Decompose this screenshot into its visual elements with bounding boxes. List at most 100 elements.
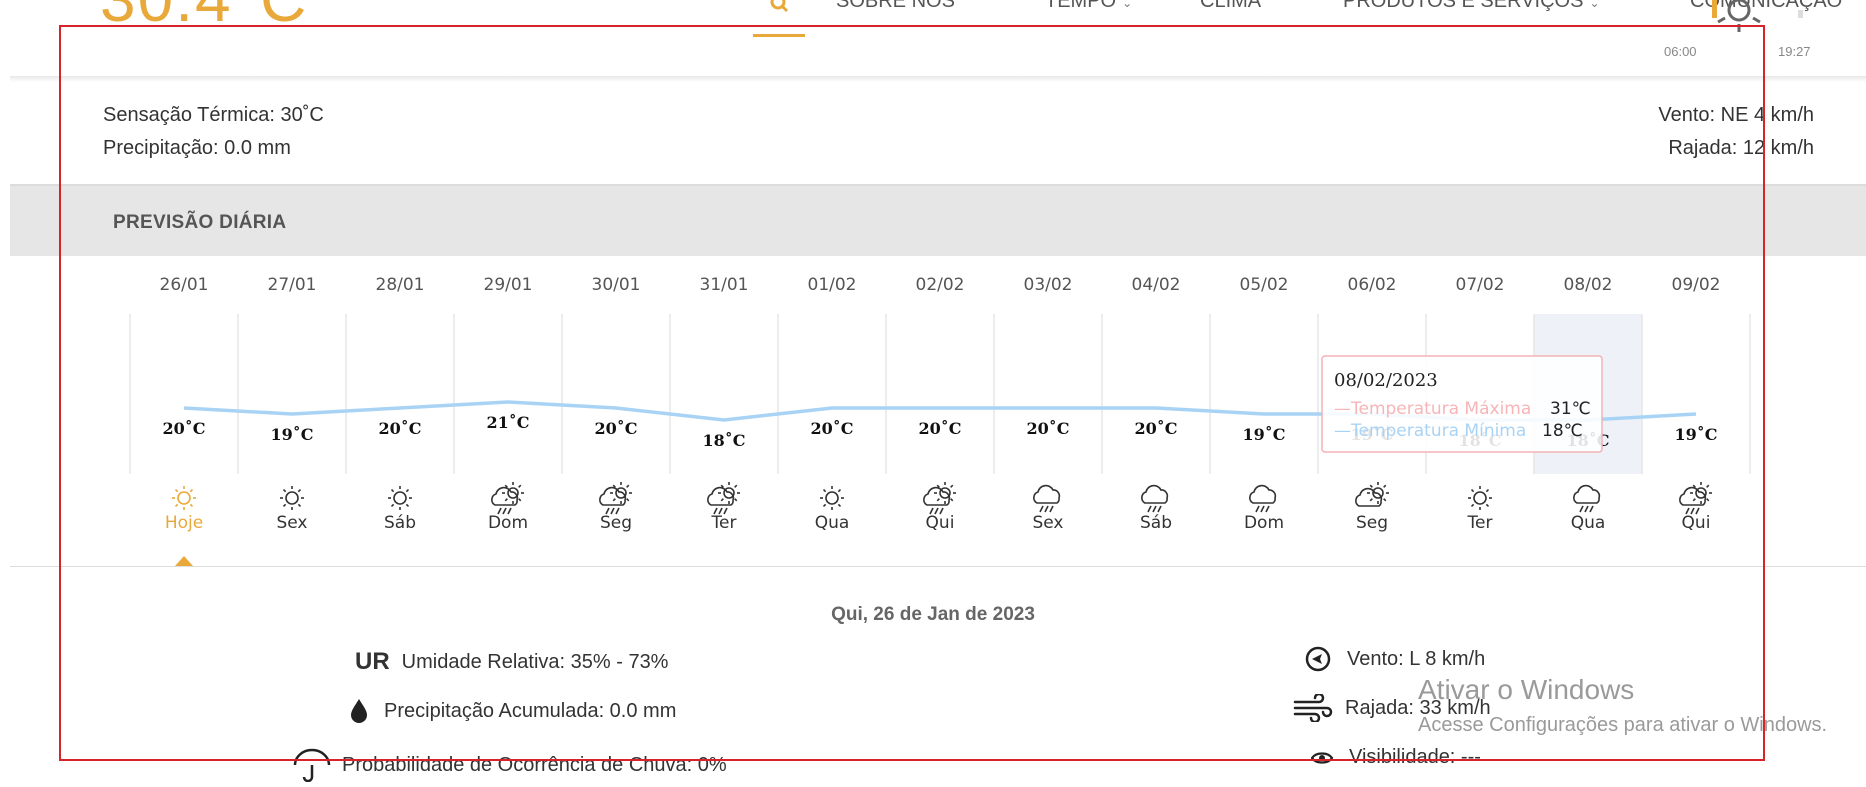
detail-wind: Vento: L 8 km/h: [1347, 647, 1486, 670]
current-gust: Rajada: 12 km/h: [1668, 137, 1814, 159]
wind-gust-icon: [1293, 694, 1333, 722]
partly-cloudy-icon: [1355, 482, 1389, 507]
wind-row: Vento: L 8 km/h: [1305, 646, 1485, 672]
date-label: 03/02: [1024, 275, 1073, 295]
day-label: Qui: [926, 513, 955, 533]
nav-produtos-servicos[interactable]: PRODUTOS E SERVIÇOS ⌄: [1343, 0, 1600, 13]
day-label: Sáb: [1140, 513, 1172, 533]
day-label: Sex: [1032, 513, 1063, 533]
tooltip-max-value: 31℃: [1550, 399, 1591, 419]
date-label: 08/02: [1564, 275, 1613, 295]
day-label: Dom: [488, 513, 528, 533]
tooltip-min-value: 18℃: [1542, 421, 1583, 441]
min-temp-label: 20˚C: [1135, 418, 1178, 438]
date-label: 04/02: [1132, 275, 1181, 295]
cloud-sun-rain-icon: [491, 482, 524, 515]
selected-day-pointer: [175, 556, 193, 566]
sunrise-time: 06:00: [1664, 44, 1697, 59]
current-temperature: 30.4°C: [100, 0, 308, 36]
sun-icon: [1468, 486, 1492, 510]
sun-arc-icon: [1711, 0, 1842, 51]
min-temp-label: 21˚C: [487, 412, 530, 432]
min-temp-label: 20˚C: [595, 418, 638, 438]
min-temp-label: 20˚C: [379, 418, 422, 438]
sun-icon: [172, 486, 196, 510]
humidity-row: UR Umidade Relativa: 35% - 73%: [355, 648, 668, 676]
day-label: Sex: [276, 513, 307, 533]
day-label: Qua: [1571, 513, 1606, 533]
min-temp-label: 19˚C: [1243, 424, 1286, 444]
cloud-rain-icon: [1141, 484, 1169, 513]
min-temp-label: 20˚C: [811, 418, 854, 438]
day-label: Seg: [600, 513, 632, 533]
windows-activation-subtitle: Acesse Configurações para ativar o Windo…: [1418, 714, 1828, 736]
tooltip-max-label: —Temperatura Máxima: [1334, 399, 1531, 419]
day-label: Hoje: [165, 513, 203, 533]
date-label: 02/02: [916, 275, 965, 295]
date-label: 30/01: [592, 275, 641, 295]
day-label: Sáb: [384, 513, 416, 533]
tooltip-min-label: —Temperatura Mínima: [1334, 421, 1526, 441]
date-label: 05/02: [1240, 275, 1289, 295]
min-temp-label: 20˚C: [163, 418, 206, 438]
date-label: 07/02: [1456, 275, 1505, 295]
feels-like: Sensação Térmica: 30˚C: [103, 104, 324, 126]
daily-forecast-chart: 26/01 27/01 28/01 29/01 30/01 31/01 01/02 02/02…: [129, 275, 1751, 566]
search-button[interactable]: [753, 0, 805, 37]
detail-visibility: Visibilidade: ---: [1349, 746, 1481, 768]
sun-icon: [280, 486, 304, 510]
rain-prob-row: Probabilidade de Ocorrência de Chuva: 0%: [292, 748, 727, 782]
date-label: 29/01: [484, 275, 533, 295]
daily-forecast-title: PREVISÃO DIÁRIA: [113, 212, 287, 233]
date-label: 26/01: [160, 275, 209, 295]
humidity-value: Umidade Relativa: 35% - 73%: [401, 650, 669, 673]
chevron-down-icon: ⌄: [1122, 0, 1133, 10]
day-label: Qua: [815, 513, 850, 533]
day-label: Ter: [1467, 513, 1493, 533]
sunset-time: 19:27: [1778, 44, 1811, 59]
umbrella-icon: [293, 748, 331, 782]
min-temp-label: 19˚C: [271, 424, 314, 444]
date-label: 06/02: [1348, 275, 1397, 295]
day-label: Ter: [711, 513, 737, 533]
date-label: 28/01: [376, 275, 425, 295]
wind-direction-icon: [1305, 646, 1331, 672]
nav-tempo[interactable]: TEMPO ⌄: [1045, 0, 1132, 13]
sun-icon: [820, 486, 844, 510]
detail-date: Qui, 26 de Jan de 2023: [831, 604, 1035, 625]
sun-icon: [388, 486, 412, 510]
cloud-sun-rain-icon: [707, 482, 740, 515]
date-label: 01/02: [808, 275, 857, 295]
windows-activation-title: Ativar o Windows: [1418, 674, 1635, 705]
cloud-sun-rain-icon: [1679, 482, 1712, 515]
search-icon: [770, 0, 789, 13]
day-label: Qui: [1682, 513, 1711, 533]
eye-icon: [1311, 751, 1333, 764]
date-label: 31/01: [700, 275, 749, 295]
min-temp-label: 19˚C: [1675, 424, 1718, 444]
visibility-row: Visibilidade: ---: [1311, 746, 1481, 769]
cloud-rain-icon: [1249, 484, 1277, 513]
cloud-sun-rain-icon: [599, 482, 632, 515]
cloud-rain-icon: [1573, 484, 1601, 513]
chevron-down-icon: ⌄: [1589, 0, 1600, 10]
cloud-sun-rain-icon: [923, 482, 956, 515]
nav-clima[interactable]: CLIMA: [1200, 0, 1261, 13]
date-label: 27/01: [268, 275, 317, 295]
min-temp-label: 18˚C: [703, 430, 746, 450]
tooltip-date: 08/02/2023: [1334, 370, 1438, 391]
date-label: 09/02: [1672, 275, 1721, 295]
min-temp-label: 20˚C: [919, 418, 962, 438]
nav-sobre-nos[interactable]: SOBRE NÓS: [836, 0, 955, 13]
drop-icon: [351, 699, 367, 723]
humidity-icon: UR: [355, 648, 390, 675]
cloud-rain-icon: [1033, 484, 1061, 513]
min-temp-label: 20˚C: [1027, 418, 1070, 438]
day-label: Seg: [1356, 513, 1388, 533]
day-label: Dom: [1244, 513, 1284, 533]
header-divider: [10, 76, 1866, 82]
current-precipitation: Precipitação: 0.0 mm: [103, 137, 291, 159]
rain-probability: Probabilidade de Ocorrência de Chuva: 0%: [342, 753, 727, 776]
precip-row: Precipitação Acumulada: 0.0 mm: [348, 698, 676, 724]
precip-accumulated: Precipitação Acumulada: 0.0 mm: [384, 699, 677, 722]
